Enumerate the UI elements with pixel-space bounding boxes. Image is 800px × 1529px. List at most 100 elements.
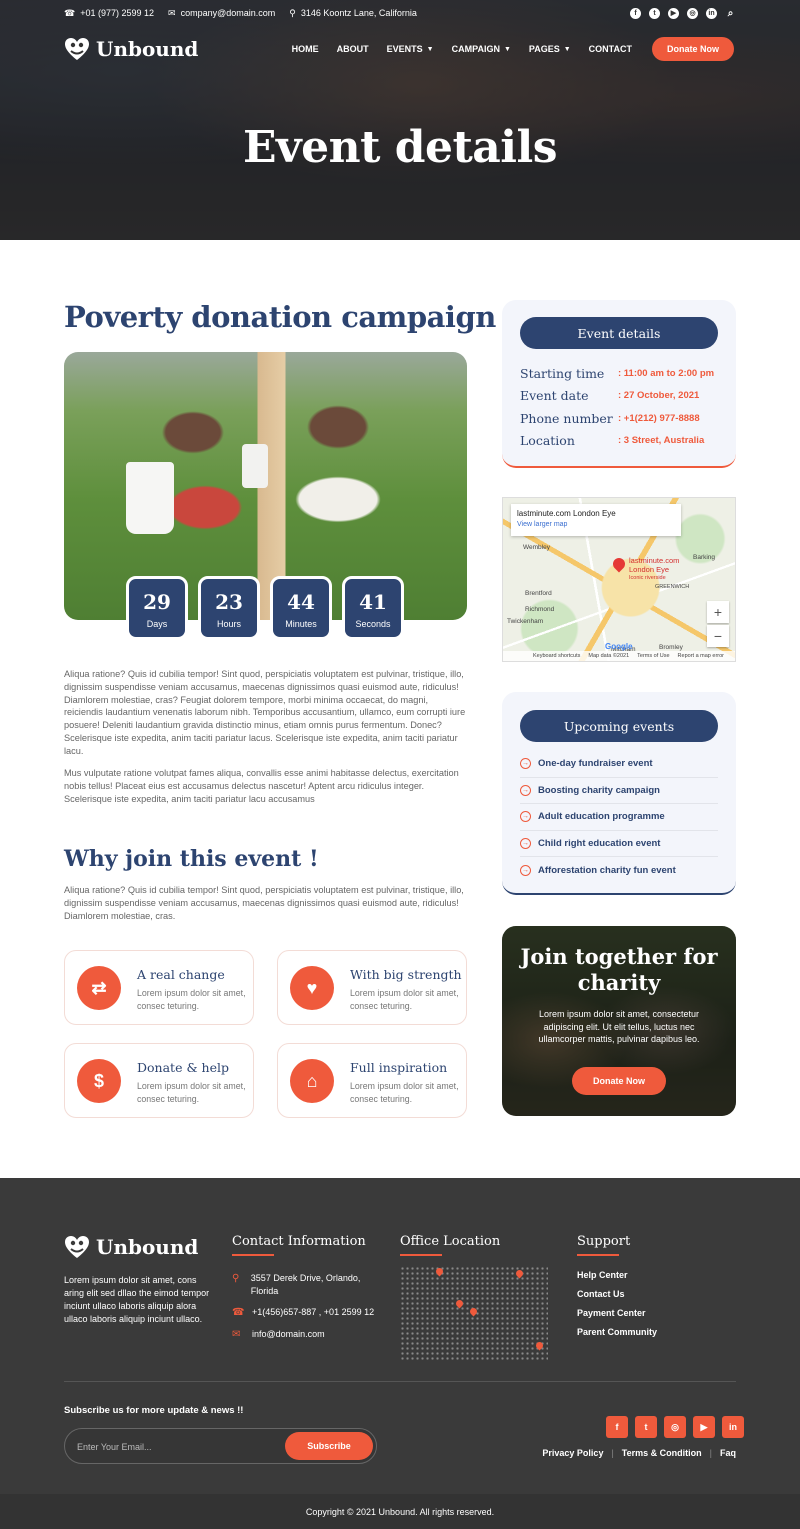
feature-title: Full inspiration	[350, 1060, 448, 1075]
subscribe-button[interactable]: Subscribe	[285, 1432, 373, 1460]
youtube-icon[interactable]: ▶	[693, 1416, 715, 1438]
footer-phone[interactable]: ☎ +1(456)657-887 , +01 2599 12	[232, 1306, 374, 1319]
email-input[interactable]	[77, 1438, 277, 1456]
upcoming-event-item[interactable]: → One-day fundraiser event	[520, 751, 718, 778]
footer-email[interactable]: ✉ info@domain.com	[232, 1328, 325, 1341]
join-desc: Lorem ipsum dolor sit amet, consectetur …	[538, 1009, 700, 1044]
chevron-down-icon: ▼	[503, 45, 511, 53]
nav-contact[interactable]: CONTACT	[589, 44, 632, 54]
map-pin-icon	[454, 1298, 465, 1309]
subscribe-heading: Subscribe us for more update & news !!	[64, 1405, 244, 1416]
zoom-in-button[interactable]: +	[707, 601, 729, 623]
linkedin-icon[interactable]: in	[706, 7, 717, 19]
main-navbar: Unbound HOME ABOUT EVENTS ▼ CAMPAIGN ▼ PAG…	[64, 34, 734, 64]
contact-us-link[interactable]: Contact Us	[577, 1289, 657, 1308]
map-place: GREENWICH	[655, 584, 690, 590]
map-pin-label: lastminute.com London Eye Iconic riversi…	[629, 556, 680, 581]
search-icon[interactable]: ⌕	[725, 8, 736, 19]
map-pin-icon	[514, 1268, 525, 1279]
map-pin-icon[interactable]	[610, 555, 628, 573]
brand-logo[interactable]: Unbound	[64, 36, 198, 62]
heart-hand-icon: ♥	[290, 966, 334, 1010]
help-center-link[interactable]: Help Center	[577, 1270, 657, 1289]
instagram-icon[interactable]: ◎	[664, 1416, 686, 1438]
arrow-right-icon: →	[520, 758, 531, 770]
map-data-text: Map data ©2021	[588, 653, 630, 659]
chevron-down-icon: ▼	[563, 45, 571, 53]
contact-heading: Contact Information	[232, 1234, 366, 1256]
nav-about[interactable]: ABOUT	[337, 44, 369, 54]
view-larger-map-link[interactable]: View larger map	[517, 521, 675, 528]
report-error-link[interactable]: Report a map error	[678, 653, 724, 659]
nav-campaign[interactable]: CAMPAIGN ▼	[452, 44, 511, 54]
chevron-down-icon: ▼	[426, 45, 434, 53]
map-place: Richmond	[525, 606, 555, 613]
detail-event-date: Event date: 27 October, 2021	[520, 388, 700, 403]
nav-home[interactable]: HOME	[292, 44, 319, 54]
nav-donate-button[interactable]: Donate Now	[652, 37, 734, 61]
photo-detail	[126, 462, 174, 534]
location-icon: ⚲	[232, 1273, 240, 1284]
topbar-phone[interactable]: ☎ +01 (977) 2599 12	[64, 8, 154, 19]
upcoming-event-item[interactable]: → Boosting charity campaign	[520, 778, 718, 804]
divider: |	[709, 1448, 712, 1458]
youtube-icon[interactable]: ▶	[668, 7, 679, 19]
office-heading: Office Location	[400, 1234, 500, 1256]
upcoming-event-item[interactable]: → Child right education event	[520, 831, 718, 857]
page-title: Event details	[242, 122, 558, 173]
footer-divider	[64, 1381, 736, 1382]
facebook-icon[interactable]: f	[606, 1416, 628, 1438]
event-description: Aliqua ratione? Quis id cubilia tempor! …	[64, 669, 466, 756]
privacy-policy-link[interactable]: Privacy Policy	[542, 1448, 603, 1458]
arrow-right-icon: →	[520, 864, 531, 876]
upcoming-events-heading: Upcoming events	[520, 710, 718, 742]
upcoming-events-list: → One-day fundraiser event → Boosting char…	[520, 751, 718, 884]
map-pin-icon	[534, 1340, 545, 1351]
zoom-out-button[interactable]: −	[707, 625, 729, 647]
feature-desc: Lorem ipsum dolor sit amet, consec tetur…	[137, 1081, 246, 1104]
payment-center-link[interactable]: Payment Center	[577, 1308, 657, 1327]
feature-desc: Lorem ipsum dolor sit amet, consec tetur…	[137, 988, 246, 1011]
instagram-icon[interactable]: ◎	[687, 7, 698, 19]
parent-community-link[interactable]: Parent Community	[577, 1327, 657, 1346]
event-details-card: Event details Starting time: 11:00 am to…	[502, 300, 736, 468]
countdown-timer: 29 Days 23 Hours 44 Minutes 41 Seconds	[126, 576, 404, 640]
nav-pages[interactable]: PAGES ▼	[529, 44, 571, 54]
facebook-icon[interactable]: f	[630, 7, 641, 19]
twitter-icon[interactable]: t	[649, 7, 660, 19]
upcoming-events-card: Upcoming events → One-day fundraiser even…	[502, 692, 736, 895]
hero-banner: ☎ +01 (977) 2599 12 ✉ company@domain.com ⚲…	[0, 0, 800, 240]
join-charity-banner: Join together for charity Lorem ipsum do…	[502, 926, 736, 1116]
mail-icon: ✉	[232, 1329, 241, 1340]
map-info-card: lastminute.com London Eye View larger ma…	[511, 504, 681, 536]
location-map[interactable]: lastminute.com London Eye View larger ma…	[502, 497, 736, 662]
top-info-bar: ☎ +01 (977) 2599 12 ✉ company@domain.com ⚲…	[64, 6, 736, 20]
nav-events[interactable]: EVENTS ▼	[387, 44, 434, 54]
keyboard-shortcuts-link[interactable]: Keyboard shortcuts	[533, 653, 580, 659]
terms-link[interactable]: Terms of Use	[637, 653, 669, 659]
twitter-icon[interactable]: t	[635, 1416, 657, 1438]
support-heading: Support	[577, 1234, 630, 1256]
faq-link[interactable]: Faq	[720, 1448, 736, 1458]
countdown-minutes: 44 Minutes	[270, 576, 332, 640]
world-dot-map	[400, 1266, 548, 1362]
countdown-seconds: 41 Seconds	[342, 576, 404, 640]
topbar-email[interactable]: ✉ company@domain.com	[168, 8, 275, 19]
map-place: Twickenham	[507, 618, 544, 625]
linkedin-icon[interactable]: in	[722, 1416, 744, 1438]
join-donate-button[interactable]: Donate Now	[572, 1067, 666, 1095]
feature-desc: Lorem ipsum dolor sit amet, consec tetur…	[350, 1081, 459, 1104]
feature-card: ⌂ Full inspiration Lorem ipsum dolor sit…	[277, 1043, 467, 1118]
feature-card: $ Donate & help Lorem ipsum dolor sit am…	[64, 1043, 254, 1118]
terms-link[interactable]: Terms & Condition	[622, 1448, 702, 1458]
mail-icon: ✉	[168, 7, 176, 18]
event-details-heading: Event details	[520, 317, 718, 349]
brand-name: Unbound	[96, 37, 199, 61]
footer-logo[interactable]: Unbound	[64, 1234, 198, 1260]
home-heart-icon: ⌂	[290, 1059, 334, 1103]
legal-links: Privacy Policy | Terms & Condition | Faq	[542, 1448, 736, 1458]
map-footer: Keyboard shortcuts Map data ©2021 Terms …	[503, 651, 735, 661]
feature-card: ⇄ A real change Lorem ipsum dolor sit am…	[64, 950, 254, 1025]
upcoming-event-item[interactable]: → Afforestation charity fun event	[520, 857, 718, 884]
upcoming-event-item[interactable]: → Adult education programme	[520, 804, 718, 831]
